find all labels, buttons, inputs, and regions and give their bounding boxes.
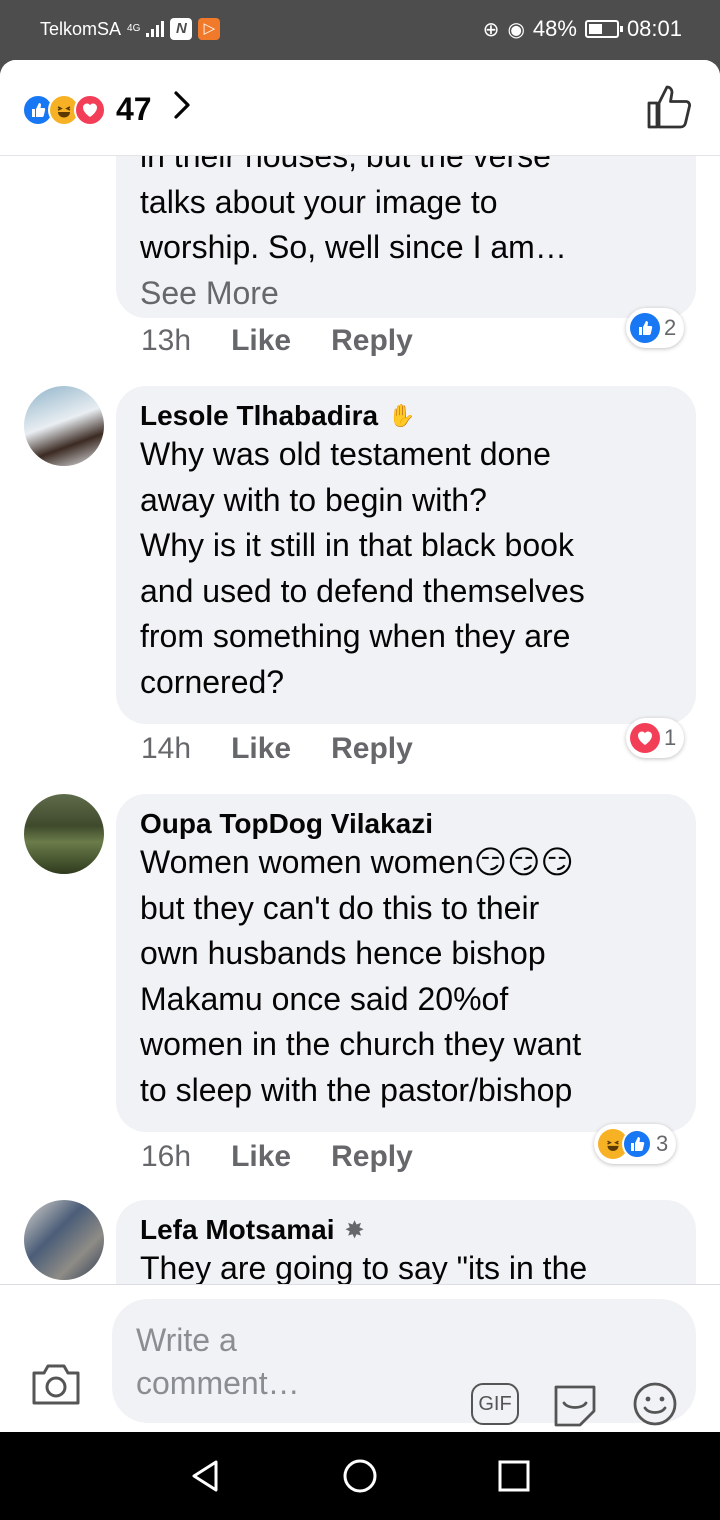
gif-label: GIF bbox=[471, 1383, 519, 1425]
comment-actions: 14h Like Reply bbox=[141, 732, 413, 766]
avatar[interactable] bbox=[24, 1200, 104, 1280]
comment-text: talks about your image to worship. So, w… bbox=[140, 183, 567, 266]
hand-badge-icon: ✋ bbox=[388, 403, 416, 428]
comment-reactions[interactable]: 3 bbox=[594, 1124, 677, 1164]
network-type: 4G bbox=[127, 23, 141, 34]
star-badge-icon: ✸ bbox=[344, 1216, 365, 1244]
comment-author[interactable]: Oupa TopDog Vilakazi bbox=[140, 808, 672, 840]
comment-text: Why was old testament done away with to … bbox=[140, 436, 585, 700]
comment-author[interactable]: Lesole Tlhabadira ✋ bbox=[140, 400, 672, 432]
comment-composer: Write a comment… GIF bbox=[0, 1284, 720, 1432]
comment-bubble[interactable]: Lesole Tlhabadira ✋ Why was old testamen… bbox=[116, 386, 696, 724]
author-name: Oupa TopDog Vilakazi bbox=[140, 808, 434, 839]
comment-reaction-count: 2 bbox=[664, 315, 677, 340]
eye-comfort-icon: ◉ bbox=[507, 18, 525, 41]
comment-time: 14h bbox=[141, 732, 192, 765]
love-reaction-icon bbox=[630, 723, 660, 753]
reactions-summary[interactable]: 47 bbox=[22, 90, 192, 129]
status-right: ⊕ ◉ 48% 08:01 bbox=[483, 16, 682, 42]
comment-time: 13h bbox=[141, 324, 192, 357]
reaction-count: 47 bbox=[116, 91, 152, 127]
comments-list[interactable]: in their houses, but the verse talks abo… bbox=[0, 156, 720, 1284]
notification-n-icon: N bbox=[170, 18, 193, 40]
gif-button[interactable]: GIF bbox=[470, 1379, 520, 1429]
home-icon[interactable] bbox=[340, 1456, 380, 1496]
like-reaction-icon bbox=[630, 313, 660, 343]
like-button[interactable]: Like bbox=[231, 732, 291, 766]
like-post-icon[interactable] bbox=[646, 84, 692, 130]
camera-icon[interactable] bbox=[30, 1361, 82, 1407]
reply-button[interactable]: Reply bbox=[331, 324, 413, 358]
author-name: Lefa Motsamai bbox=[140, 1214, 335, 1245]
see-more-link[interactable]: See More bbox=[140, 271, 672, 316]
comments-header: 47 bbox=[0, 60, 720, 156]
emoji-icon[interactable] bbox=[630, 1379, 680, 1429]
comment-reaction-count: 3 bbox=[656, 1131, 669, 1156]
recents-icon[interactable] bbox=[494, 1456, 534, 1496]
chevron-right-icon bbox=[172, 90, 192, 129]
comment-time: 16h bbox=[141, 1140, 192, 1173]
comment-bubble[interactable]: Lefa Motsamai ✸ They are going to say "i… bbox=[116, 1200, 696, 1284]
sticker-icon[interactable] bbox=[550, 1379, 600, 1429]
like-reaction-icon bbox=[622, 1129, 652, 1159]
comment-bubble[interactable]: Oupa TopDog Vilakazi Women women women😏😏… bbox=[116, 794, 696, 1132]
signal-icon bbox=[146, 21, 165, 37]
comment-text: Women women women😏😏😏 but they can't do t… bbox=[140, 844, 582, 1108]
comment-bubble[interactable]: in their houses, but the verse talks abo… bbox=[116, 156, 696, 318]
love-reaction-icon bbox=[74, 93, 106, 126]
comment-reactions[interactable]: 2 bbox=[626, 308, 685, 348]
comment-placeholder: Write a comment… bbox=[136, 1322, 300, 1401]
comments-sheet: 47 in their houses, but the verse talks … bbox=[0, 60, 720, 1432]
comment-actions: 16h Like Reply bbox=[141, 1140, 413, 1174]
carrier-name: TelkomSA bbox=[40, 18, 122, 39]
system-nav-bar bbox=[0, 1432, 720, 1520]
notification-play-icon: ▷ bbox=[198, 18, 221, 40]
clock: 08:01 bbox=[626, 16, 682, 41]
battery-icon bbox=[584, 20, 623, 38]
reply-button[interactable]: Reply bbox=[331, 1140, 413, 1174]
comment-input[interactable]: Write a comment… GIF bbox=[112, 1299, 696, 1427]
avatar[interactable] bbox=[24, 794, 104, 874]
comment-text-partial: in their houses, but the verse bbox=[140, 156, 551, 174]
author-name: Lesole Tlhabadira bbox=[140, 400, 379, 431]
comment-actions: 13h Like Reply bbox=[141, 324, 413, 358]
avatar[interactable] bbox=[24, 386, 104, 466]
comment-author[interactable]: Lefa Motsamai ✸ bbox=[140, 1214, 672, 1246]
status-bar: TelkomSA 4G N ▷ ⊕ ◉ 48% 08:01 bbox=[0, 0, 720, 60]
like-button[interactable]: Like bbox=[231, 1140, 291, 1174]
comment-reactions[interactable]: 1 bbox=[626, 718, 685, 758]
comment-reaction-count: 1 bbox=[664, 725, 677, 750]
comment-text: They are going to say "its in the bbox=[140, 1250, 588, 1284]
data-saver-icon: ⊕ bbox=[482, 18, 500, 41]
carrier-info: TelkomSA 4G N ▷ bbox=[40, 18, 221, 40]
back-icon[interactable] bbox=[186, 1456, 226, 1496]
reply-button[interactable]: Reply bbox=[331, 732, 413, 766]
like-button[interactable]: Like bbox=[231, 324, 291, 358]
battery-percent: 48% bbox=[532, 16, 577, 41]
